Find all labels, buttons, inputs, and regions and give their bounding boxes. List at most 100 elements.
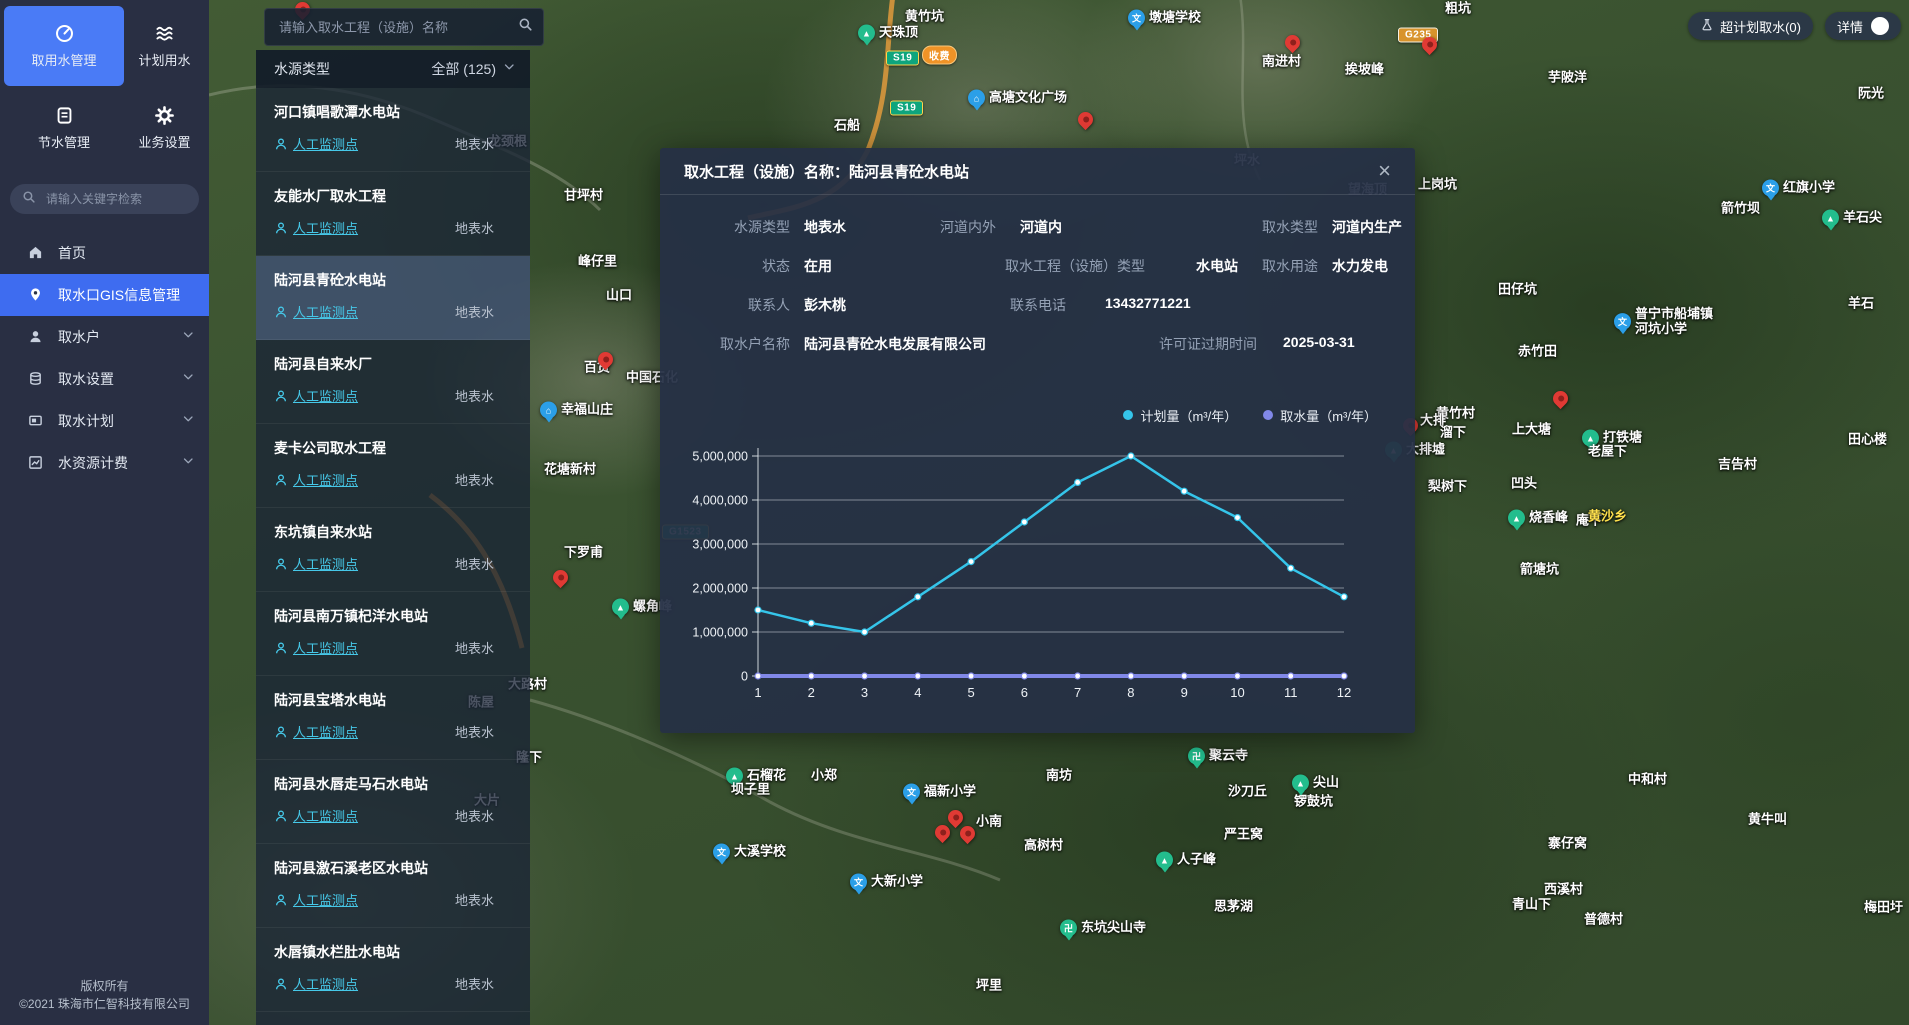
- doc-icon: [55, 105, 74, 125]
- facility-name: 陆河县水唇走马石水电站: [274, 774, 494, 794]
- map-label-text: 南坊: [1046, 769, 1072, 784]
- list-item[interactable]: 陆河县南万镇杞洋水电站人工监测点地表水: [256, 592, 530, 676]
- map-label: 文普宁市船埔镇 河坑小学: [1614, 307, 1713, 337]
- map-label-text: 坝子里: [731, 783, 770, 798]
- map-label-text: 田心楼: [1848, 433, 1887, 448]
- detail-toggle[interactable]: 详情: [1825, 12, 1901, 40]
- filter-value[interactable]: 全部 (125): [431, 59, 496, 79]
- mountain-marker-icon[interactable]: ▲: [1822, 210, 1839, 227]
- sidebar-item-home[interactable]: 首页: [0, 232, 209, 274]
- monitor-point-link[interactable]: 人工监测点: [274, 134, 358, 153]
- map-label: 西溪村: [1544, 883, 1583, 898]
- toggle-knob[interactable]: [1871, 17, 1889, 35]
- school-marker-icon[interactable]: ⌂: [968, 90, 985, 107]
- monitor-point-link[interactable]: 人工监测点: [274, 974, 358, 993]
- gauge-icon: [55, 23, 74, 43]
- sidebar-item-pin[interactable]: 取水口GIS信息管理: [0, 274, 209, 316]
- mountain-marker-icon[interactable]: ▲: [612, 599, 629, 616]
- map-label: ⌂幸福山庄: [540, 402, 613, 419]
- monitor-point-link[interactable]: 人工监测点: [274, 722, 358, 741]
- school-marker-icon[interactable]: 文: [1614, 314, 1631, 331]
- map-label-text: 挨坡峰: [1345, 63, 1384, 78]
- school-marker-icon[interactable]: 文: [1762, 180, 1779, 197]
- map-label: 文红旗小学: [1762, 180, 1835, 197]
- field-label: 许可证过期时间: [1159, 334, 1257, 354]
- map-label-text: 高树村: [1024, 839, 1063, 854]
- map-label: 上大塘: [1512, 423, 1551, 438]
- list-item[interactable]: 陆河县青砼水电站人工监测点地表水: [256, 256, 530, 340]
- legend-item[interactable]: 取水量（m³/年）: [1263, 406, 1377, 425]
- school-marker-icon[interactable]: 文: [850, 874, 867, 891]
- svg-text:9: 9: [1181, 685, 1188, 700]
- list-item[interactable]: 河口镇唱歌潭水电站人工监测点地表水: [256, 88, 530, 172]
- monitor-point-link[interactable]: 人工监测点: [274, 470, 358, 489]
- list-item[interactable]: 东坑镇自来水站人工监测点地表水: [256, 508, 530, 592]
- app-button-4[interactable]: 业务设置: [124, 88, 205, 168]
- monitor-point-link[interactable]: 人工监测点: [274, 638, 358, 657]
- sidebar-item-chart[interactable]: 水资源计费: [0, 442, 209, 484]
- person-icon: [274, 305, 288, 319]
- legend-dot: [1123, 410, 1133, 420]
- app-switcher: 取用水管理计划用水节水管理业务设置: [0, 0, 209, 170]
- sidebar-item-db[interactable]: 取水设置: [0, 358, 209, 400]
- temple-marker-icon[interactable]: 卍: [1060, 920, 1077, 937]
- app-button-2[interactable]: 计划用水: [124, 6, 205, 86]
- sidebar-item-card[interactable]: 取水计划: [0, 400, 209, 442]
- facility-name: 东坑镇自来水站: [274, 522, 494, 542]
- search-icon[interactable]: [518, 17, 533, 37]
- school-marker-icon[interactable]: 文: [1128, 10, 1145, 27]
- monitor-point-link[interactable]: 人工监测点: [274, 806, 358, 825]
- list-item[interactable]: 陆河县水唇走马石水电站人工监测点地表水: [256, 760, 530, 844]
- mountain-marker-icon[interactable]: ▲: [1508, 510, 1525, 527]
- red-pin-marker[interactable]: [957, 823, 978, 844]
- over-plan-intake-button[interactable]: 超计划取水(0): [1688, 12, 1813, 40]
- map-label: 锣鼓坑: [1294, 795, 1333, 810]
- legend-item[interactable]: 计划量（m³/年）: [1123, 406, 1237, 425]
- field-value: 2025-03-31: [1283, 334, 1355, 350]
- mountain-marker-icon[interactable]: ▲: [858, 25, 875, 42]
- list-item[interactable]: 陆河县自来水厂人工监测点地表水: [256, 340, 530, 424]
- mountain-marker-icon[interactable]: ▲: [1292, 775, 1309, 792]
- field-value: 河道内: [1020, 217, 1062, 237]
- monitor-point-link[interactable]: 人工监测点: [274, 554, 358, 573]
- field-value: 陆河县青砼水电发展有限公司: [804, 334, 986, 354]
- water-source-type: 地表水: [455, 134, 494, 153]
- db-icon: [28, 371, 44, 387]
- copyright-line1: 版权所有: [0, 977, 209, 995]
- red-pin-marker[interactable]: [1282, 32, 1303, 53]
- sidebar-item-user[interactable]: 取水户: [0, 316, 209, 358]
- list-item[interactable]: 友能水厂取水工程人工监测点地表水: [256, 172, 530, 256]
- keyword-search-input[interactable]: [44, 191, 187, 207]
- map-label: 思茅湖: [1214, 900, 1253, 915]
- field-label: 联系人: [684, 295, 790, 315]
- map-label-text: 南进村: [1262, 55, 1301, 70]
- close-icon[interactable]: ×: [1378, 160, 1391, 182]
- source-type-filter[interactable]: 水源类型 全部 (125): [256, 50, 530, 88]
- svg-text:2: 2: [808, 685, 815, 700]
- facility-search-input[interactable]: [277, 19, 518, 36]
- monitor-point-link[interactable]: 人工监测点: [274, 302, 358, 321]
- school-marker-icon[interactable]: ⌂: [540, 402, 557, 419]
- mountain-marker-icon[interactable]: ▲: [1156, 852, 1173, 869]
- list-item[interactable]: 水唇镇水栏肚水电站人工监测点地表水: [256, 928, 530, 1012]
- school-marker-icon[interactable]: 文: [903, 784, 920, 801]
- red-pin-marker[interactable]: [1075, 109, 1096, 130]
- red-pin-marker[interactable]: [550, 567, 571, 588]
- red-pin-marker[interactable]: [1550, 388, 1571, 409]
- app-button-1[interactable]: 取用水管理: [4, 6, 124, 86]
- monitor-point-link[interactable]: 人工监测点: [274, 386, 358, 405]
- sidebar-search[interactable]: [10, 184, 199, 214]
- monitor-point-link[interactable]: 人工监测点: [274, 218, 358, 237]
- map-label-text: 上岗坑: [1418, 178, 1457, 193]
- facility-search[interactable]: [264, 8, 544, 46]
- app-button-3[interactable]: 节水管理: [4, 88, 124, 168]
- temple-marker-icon[interactable]: 卍: [1188, 748, 1205, 765]
- monitor-point-link[interactable]: 人工监测点: [274, 890, 358, 909]
- list-item[interactable]: 陆河县激石溪老区水电站人工监测点地表水: [256, 844, 530, 928]
- road-badge: S19: [886, 51, 919, 66]
- school-marker-icon[interactable]: 文: [713, 844, 730, 861]
- red-pin-marker[interactable]: [932, 822, 953, 843]
- list-item[interactable]: 麦卡公司取水工程人工监测点地表水: [256, 424, 530, 508]
- list-item[interactable]: 陆河县宝塔水电站人工监测点地表水: [256, 676, 530, 760]
- red-pin-marker[interactable]: [945, 807, 966, 828]
